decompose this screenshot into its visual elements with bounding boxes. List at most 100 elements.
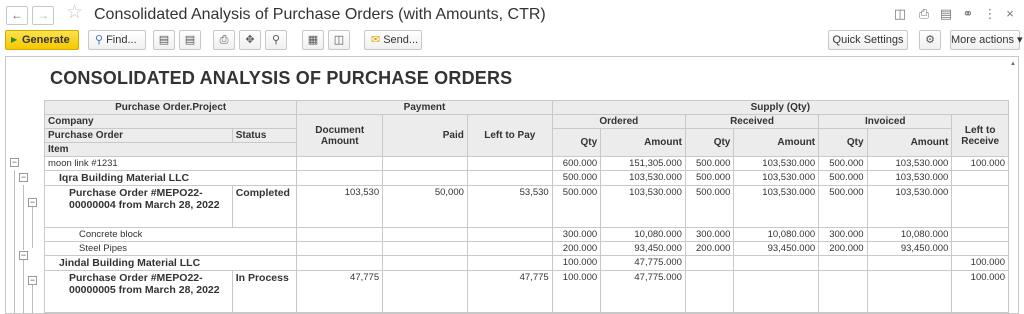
preview-icon[interactable]: ▤ (938, 6, 954, 22)
cell-ra[interactable]: 10,080.000 (733, 227, 820, 242)
cell-oq[interactable]: 200.000 (551, 241, 602, 256)
cell-doc[interactable] (296, 156, 384, 171)
cell-oq[interactable]: 300.000 (551, 227, 602, 242)
cell-ra[interactable]: 103,530.000 (733, 185, 820, 228)
link-icon[interactable]: ⚭ (960, 6, 976, 22)
preview-button[interactable]: ⚲ (265, 30, 287, 50)
print-icon[interactable]: ⎙ (916, 6, 932, 22)
row-label[interactable]: Purchase Order #MEPO22-00000005 from Mar… (44, 270, 233, 313)
cell-rq[interactable]: 200.000 (684, 241, 735, 256)
cell-iq[interactable]: 200.000 (818, 241, 868, 256)
cell-ia[interactable]: 93,450.000 (866, 241, 953, 256)
cell-rq[interactable]: 500.000 (684, 185, 735, 228)
cell-ia[interactable]: 10,080.000 (866, 227, 953, 242)
cell-iq[interactable] (818, 270, 868, 313)
collapse-toggle-icon[interactable]: − (28, 276, 37, 285)
cell-doc[interactable] (296, 241, 384, 256)
scroll-up-icon[interactable]: ▲ (1010, 61, 1016, 67)
cell-ia[interactable]: 103,530.000 (866, 185, 953, 228)
cell-oq[interactable]: 500.000 (551, 170, 602, 186)
cell-ltp[interactable] (466, 227, 553, 242)
settings-button[interactable]: ⚙ (919, 30, 941, 50)
table-row[interactable]: Jindal Building Material LLC 100.000 47,77… (43, 255, 1009, 271)
send-button[interactable]: ✉ Send... (364, 30, 422, 50)
cell-ltp[interactable] (466, 241, 553, 256)
cell-iq[interactable] (818, 255, 868, 271)
cell-doc[interactable] (296, 255, 384, 271)
save-disk-icon[interactable]: ◫ (892, 6, 908, 22)
cell-oa[interactable]: 47,775.000 (600, 270, 686, 313)
cell-paid[interactable] (382, 241, 468, 256)
table-row[interactable]: Concrete block 300.000 10,080.000 300.000 10… (43, 227, 1009, 242)
favorite-star-icon[interactable]: ☆ (66, 3, 83, 23)
row-label[interactable]: Purchase Order #MEPO22-00000004 from Mar… (44, 185, 233, 228)
row-label[interactable]: Iqra Building Material LLC (43, 170, 298, 186)
collapse-toggle-icon[interactable]: − (19, 251, 28, 260)
cell-iq[interactable]: 300.000 (818, 227, 868, 242)
cell-doc[interactable]: 103,530 (296, 185, 384, 228)
close-icon[interactable]: × (1002, 6, 1018, 22)
cell-doc[interactable]: 47,775 (296, 270, 384, 313)
cell-ltr[interactable]: 100.000 (951, 156, 1009, 171)
cell-ia[interactable] (866, 255, 953, 271)
cell-oa[interactable]: 10,080.000 (600, 227, 686, 242)
save-button[interactable]: ◫ (328, 30, 350, 50)
collapse-toggle-icon[interactable]: − (19, 173, 28, 182)
cell-ra[interactable]: 93,450.000 (733, 241, 820, 256)
cell-oa[interactable]: 47,775.000 (600, 255, 686, 271)
cell-paid[interactable] (382, 255, 468, 271)
cell-rq[interactable]: 300.000 (684, 227, 735, 242)
cell-rq[interactable]: 500.000 (684, 170, 735, 186)
more-actions-button[interactable]: More actions ▾ (950, 30, 1023, 50)
cell-oq[interactable]: 600.000 (551, 156, 602, 171)
cell-ltp[interactable]: 47,775 (466, 270, 553, 313)
cell-paid[interactable]: 50,000 (382, 185, 468, 228)
cell-oa[interactable]: 103,530.000 (600, 170, 686, 186)
row-label[interactable]: Jindal Building Material LLC (43, 255, 298, 271)
cell-ra[interactable] (733, 255, 820, 271)
cell-iq[interactable]: 500.000 (818, 185, 868, 228)
cell-ltp[interactable] (466, 255, 553, 271)
cell-ia[interactable]: 103,530.000 (866, 156, 953, 171)
cell-ra[interactable] (733, 270, 820, 313)
cell-doc[interactable] (296, 227, 384, 242)
table-row[interactable]: moon link #1231 600.000 151,305.000 500.000… (43, 156, 1009, 171)
collapse-toggle-icon[interactable]: − (10, 158, 19, 167)
more-vertical-icon[interactable]: ⋮ (982, 6, 998, 22)
cell-iq[interactable]: 500.000 (818, 156, 868, 171)
cell-ltr[interactable] (951, 241, 1009, 256)
table-row[interactable]: Purchase Order #MEPO22-00000004 from Mar… (44, 185, 1009, 228)
cell-oa[interactable]: 151,305.000 (600, 156, 686, 171)
cell-rq[interactable] (684, 270, 735, 313)
cell-oq[interactable]: 100.000 (551, 255, 602, 271)
cell-ltp[interactable] (466, 156, 553, 171)
row-label[interactable]: Concrete block (43, 227, 298, 242)
cell-paid[interactable] (382, 270, 468, 313)
table-row[interactable]: Purchase Order #MEPO22-00000005 from Mar… (44, 270, 1009, 313)
move-button[interactable]: ✥ (239, 30, 261, 50)
cell-ltr[interactable] (951, 170, 1009, 186)
print-button[interactable]: ⎙ (213, 30, 235, 50)
cell-oa[interactable]: 103,530.000 (600, 185, 686, 228)
cell-oq[interactable]: 500.000 (551, 185, 602, 228)
cell-oa[interactable]: 93,450.000 (600, 241, 686, 256)
row-label[interactable]: Steel Pipes (43, 241, 298, 256)
cell-ia[interactable]: 103,530.000 (866, 170, 953, 186)
cell-rq[interactable] (684, 255, 735, 271)
cell-paid[interactable] (382, 170, 468, 186)
expand-groups-button[interactable]: ▤ (153, 30, 175, 50)
cell-ltr[interactable] (951, 185, 1009, 228)
cell-rq[interactable]: 500.000 (684, 156, 735, 171)
back-button[interactable]: ← (6, 6, 28, 25)
cell-ltr[interactable]: 100.000 (951, 255, 1009, 271)
table-row[interactable]: Iqra Building Material LLC 500.000 103,530… (43, 170, 1009, 186)
quick-settings-button[interactable]: Quick Settings (828, 30, 908, 50)
cell-iq[interactable]: 500.000 (818, 170, 868, 186)
cell-paid[interactable] (382, 156, 468, 171)
cell-ra[interactable]: 103,530.000 (733, 156, 820, 171)
cell-ltr[interactable] (951, 227, 1009, 242)
table-row[interactable]: Steel Pipes 200.000 93,450.000 200.000 93,45… (43, 241, 1009, 256)
collapse-toggle-icon[interactable]: − (28, 198, 37, 207)
cell-paid[interactable] (382, 227, 468, 242)
cell-ia[interactable] (866, 270, 953, 313)
